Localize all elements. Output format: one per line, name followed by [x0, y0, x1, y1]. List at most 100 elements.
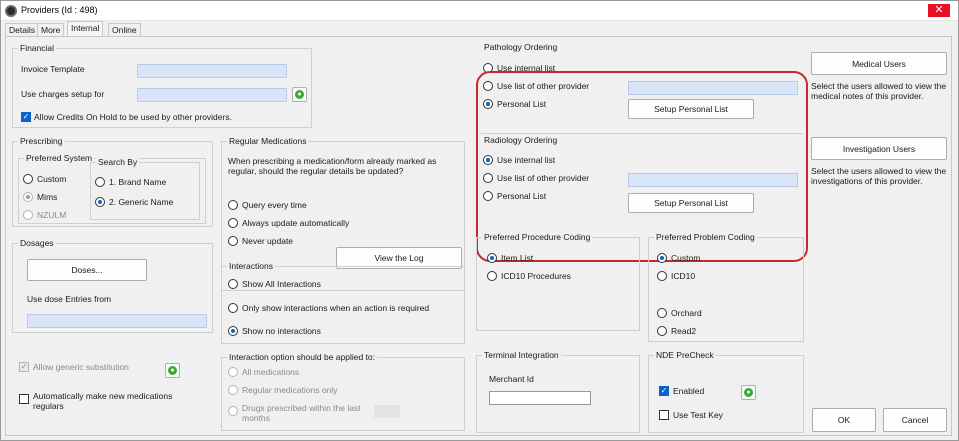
title-bar: Providers (Id : 498) ✕: [1, 1, 958, 21]
invoice-template-label: Invoice Template: [21, 64, 85, 74]
nde-precheck-label: NDE PreCheck: [654, 350, 716, 360]
nde-test-key-label: Use Test Key: [673, 410, 723, 420]
search-brand-radio[interactable]: [95, 177, 105, 187]
search-generic-radio[interactable]: [95, 197, 105, 207]
investigation-users-description: Select the users allowed to view the inv…: [811, 166, 947, 186]
doses-button[interactable]: Doses...: [27, 259, 147, 281]
dosages-group: Dosages Doses... Use dose Entries from: [12, 238, 213, 333]
generic-substitution-checkbox[interactable]: ✓: [19, 362, 29, 372]
drugs-within-months-radio[interactable]: [228, 406, 238, 416]
regular-medications-description: When prescribing a medication/form alrea…: [228, 156, 437, 176]
prescribing-group: Prescribing Preferred System Custom Mims…: [12, 136, 213, 227]
system-mims-label: Mims: [37, 192, 58, 202]
problem-orchard-radio[interactable]: [657, 308, 667, 318]
item-list-radio[interactable]: [487, 253, 497, 263]
use-charges-field[interactable]: [137, 88, 287, 102]
icd10-procedures-label: ICD10 Procedures: [501, 271, 571, 281]
nde-go-button[interactable]: ●: [741, 385, 756, 400]
investigation-users-button[interactable]: Investigation Users: [811, 137, 947, 160]
all-medications-label: All medications: [242, 367, 300, 377]
show-all-interactions-label: Show All Interactions: [242, 279, 321, 289]
auto-regulars-checkbox[interactable]: [19, 394, 29, 404]
allow-credits-label: Allow Credits On Hold to be used by othe…: [34, 112, 232, 122]
terminal-integration-group: Terminal Integration Merchant Id: [476, 350, 640, 433]
always-update-radio[interactable]: [228, 218, 238, 228]
close-button[interactable]: ✕: [928, 4, 950, 17]
regular-medications-label: Regular Medications: [227, 136, 309, 146]
app-icon: [5, 5, 17, 17]
drugs-within-months-label: Drugs prescribed within the last months: [242, 403, 361, 423]
financial-group-label: Financial: [18, 43, 57, 53]
show-required-interactions-radio[interactable]: [228, 303, 238, 313]
problem-icd10-label: ICD10: [671, 271, 696, 281]
show-no-interactions-label: Show no interactions: [242, 326, 321, 336]
go-button[interactable]: ●: [292, 87, 307, 102]
problem-icd10-radio[interactable]: [657, 271, 667, 281]
cancel-button[interactable]: Cancel: [883, 408, 947, 432]
problem-read2-label: Read2: [671, 326, 697, 336]
generic-go-button[interactable]: ●: [165, 363, 180, 378]
interactions-label: Interactions: [227, 261, 275, 271]
problem-custom-radio[interactable]: [657, 253, 667, 263]
merchant-id-field[interactable]: [489, 391, 591, 405]
system-custom-radio[interactable]: [23, 174, 33, 184]
always-update-label: Always update automatically: [242, 218, 350, 228]
ok-button[interactable]: OK: [812, 408, 876, 432]
tab-online[interactable]: Online: [108, 23, 141, 37]
search-by-label: Search By: [96, 157, 140, 167]
problem-custom-label: Custom: [671, 253, 701, 263]
tab-more[interactable]: More: [37, 23, 65, 37]
months-input[interactable]: [374, 405, 400, 418]
pathology-ordering-label: Pathology Ordering: [482, 42, 560, 52]
procedure-coding-group: Preferred Procedure Coding Item List ICD…: [476, 232, 640, 331]
problem-orchard-label: Orchard: [671, 308, 702, 318]
go-icon: ●: [168, 366, 177, 375]
nde-enabled-checkbox[interactable]: ✓: [659, 386, 669, 396]
medical-users-button[interactable]: Medical Users: [811, 52, 947, 75]
query-every-time-radio[interactable]: [228, 200, 238, 210]
preferred-system-label: Preferred System: [24, 153, 95, 163]
never-update-label: Never update: [242, 236, 294, 246]
interactions-group: Interactions Show All Interactions Only …: [221, 261, 465, 344]
financial-group: Financial Invoice Template Use charges s…: [12, 43, 312, 128]
problem-coding-group: Preferred Problem Coding Custom ICD10 Or…: [648, 232, 804, 342]
all-medications-radio[interactable]: [228, 367, 238, 377]
terminal-integration-label: Terminal Integration: [482, 350, 561, 360]
use-dose-field[interactable]: [27, 314, 207, 328]
invoice-template-field[interactable]: [137, 64, 287, 78]
show-all-interactions-radio[interactable]: [228, 279, 238, 289]
nde-precheck-group: NDE PreCheck ✓ Enabled ● Use Test Key: [648, 350, 804, 433]
use-charges-label: Use charges setup for: [21, 89, 105, 99]
medical-users-description: Select the users allowed to view the med…: [811, 81, 947, 101]
show-required-interactions-label: Only show interactions when an action is…: [242, 303, 430, 313]
system-custom-label: Custom: [37, 174, 67, 184]
generic-substitution-label: Allow generic substitution: [33, 362, 129, 372]
dosages-group-label: Dosages: [18, 238, 56, 248]
go-icon: ●: [295, 90, 304, 99]
problem-read2-radio[interactable]: [657, 326, 667, 336]
nde-enabled-label: Enabled: [673, 386, 705, 396]
regular-only-radio[interactable]: [228, 385, 238, 395]
never-update-radio[interactable]: [228, 236, 238, 246]
use-dose-label: Use dose Entries from: [27, 294, 112, 304]
query-every-time-label: Query every time: [242, 200, 307, 210]
allow-credits-checkbox[interactable]: ✓: [21, 112, 31, 122]
prescribing-group-label: Prescribing: [18, 136, 65, 146]
search-by-group: Search By 1. Brand Name 2. Generic Name: [90, 157, 200, 220]
system-nzulm-label: NZULM: [37, 210, 67, 220]
search-brand-label: 1. Brand Name: [109, 177, 167, 187]
interaction-apply-group: Interaction option should be applied to:…: [221, 352, 465, 431]
procedure-coding-label: Preferred Procedure Coding: [482, 232, 593, 242]
providers-window: Providers (Id : 498) ✕ Details More Inte…: [0, 0, 959, 441]
auto-regulars-label: Automatically make new medications regul…: [33, 391, 173, 411]
tab-details[interactable]: Details: [5, 23, 39, 37]
go-icon: ●: [744, 388, 753, 397]
system-nzulm-radio[interactable]: [23, 210, 33, 220]
window-title: Providers (Id : 498): [21, 5, 98, 15]
item-list-label: Item List: [501, 253, 534, 263]
system-mims-radio[interactable]: [23, 192, 33, 202]
nde-test-key-checkbox[interactable]: [659, 410, 669, 420]
icd10-procedures-radio[interactable]: [487, 271, 497, 281]
show-no-interactions-radio[interactable]: [228, 326, 238, 336]
problem-coding-label: Preferred Problem Coding: [654, 232, 757, 242]
